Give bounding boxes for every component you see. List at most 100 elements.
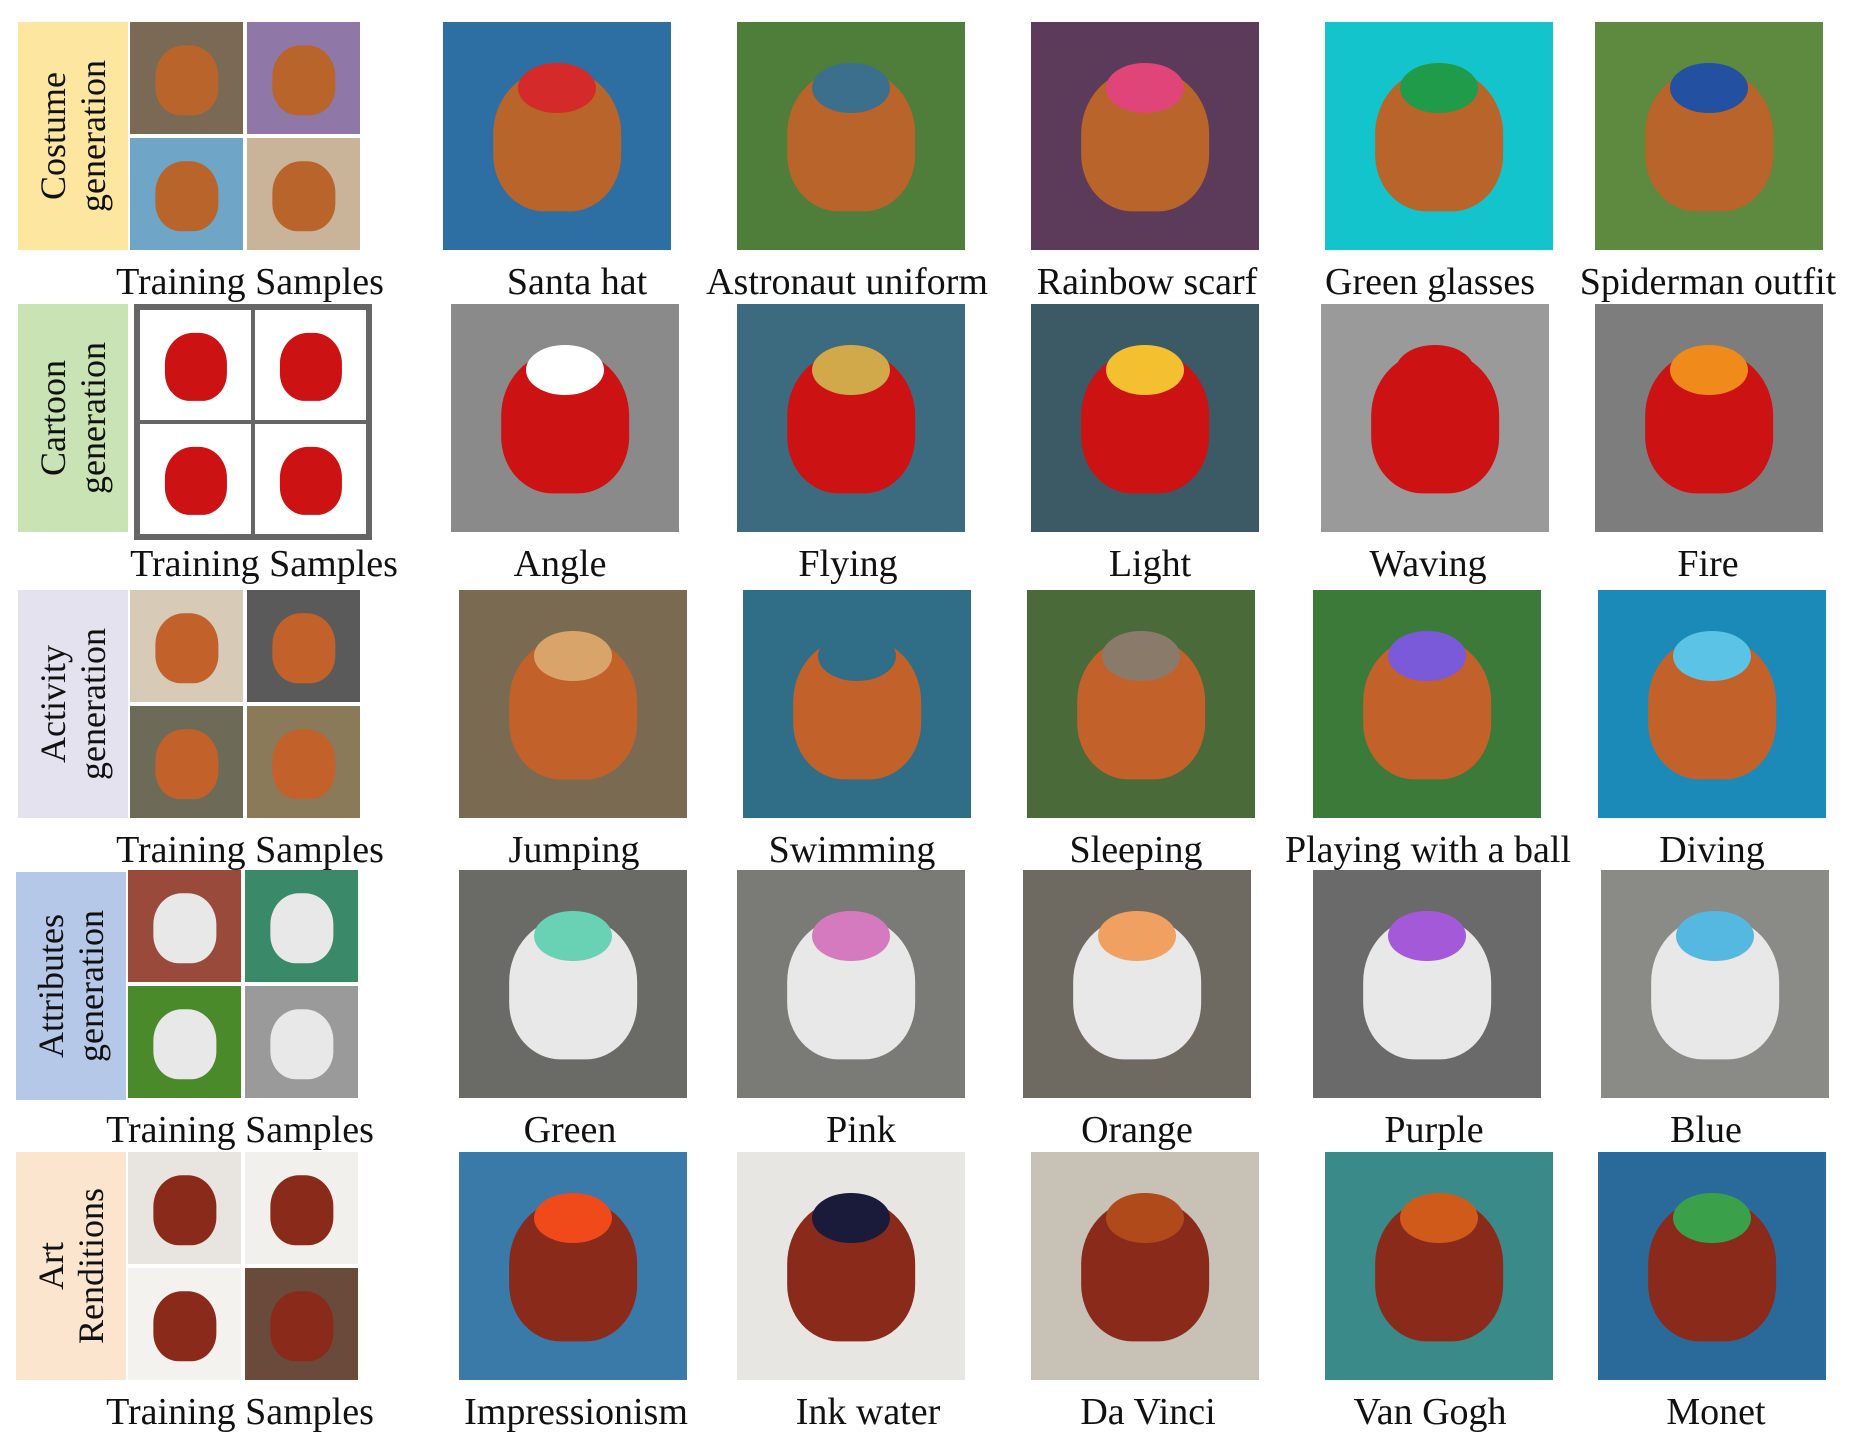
training-sample-image [247,706,360,818]
row-label: Attributes generation [31,910,111,1062]
training-grid [130,590,360,818]
training-sample-image [128,1268,241,1380]
accent-shape [526,345,604,396]
subject-shape [271,45,336,115]
training-caption: Training Samples [116,829,384,871]
accent-shape [1106,1193,1184,1244]
training-caption: Training Samples [130,543,398,585]
generated-caption: Light [1108,543,1192,585]
subject-shape [152,1009,217,1079]
generated-caption: Impressionism [464,1391,688,1433]
accent-shape [1673,1193,1751,1244]
generated-caption: Spiderman outfit [1579,261,1837,303]
training-sample-image [130,706,243,818]
generated-caption: Diving [1659,829,1765,871]
subject-shape [269,1291,334,1361]
row-label-bg: Cartoon generation [18,304,128,532]
training-sample-image [130,22,243,134]
row-costume: Costume generation Training Samples Sant… [0,22,1868,304]
subject-shape [164,447,227,516]
generated-image [443,22,671,250]
generated-caption: Ink water [795,1391,941,1433]
generated-caption: Playing with a ball [1284,829,1572,871]
subject-shape [154,729,219,799]
generated-caption: Fire [1677,543,1739,585]
accent-shape [812,63,890,114]
generated-caption: Blue [1670,1109,1742,1151]
subject-shape [271,729,336,799]
generated-image [459,590,687,818]
generated-image [1031,22,1259,250]
training-caption: Training Samples [106,1109,374,1151]
training-sample-image [245,1152,358,1264]
generated-caption: Sleeping [1069,829,1203,871]
training-grid [134,304,372,540]
accent-shape [1396,345,1474,396]
training-sample-image [138,308,253,422]
row-label-bg: Activity generation [18,590,128,818]
training-sample-image [128,870,241,982]
generated-image [737,1152,965,1380]
accent-shape [1400,63,1478,114]
generated-image [459,1152,687,1380]
subject-shape [154,45,219,115]
training-sample-image [253,308,368,422]
subject-shape [152,1175,217,1245]
generated-image [1027,590,1255,818]
row-label-bg: Art Renditions [16,1152,126,1380]
generated-image [1595,22,1823,250]
training-grid [130,22,360,250]
subject-shape [279,333,342,402]
generated-caption: Da Vinci [1080,1391,1216,1433]
row-activity: Activity generation Training Samples Jum… [0,590,1868,872]
generated-image [737,22,965,250]
generated-image [1031,1152,1259,1380]
training-sample-image [130,590,243,702]
generated-caption: Rainbow scarf [1036,261,1258,303]
generated-image [1023,870,1251,1098]
accent-shape [518,63,596,114]
generated-caption: Jumping [508,829,640,871]
accent-shape [1400,1193,1478,1244]
subject-shape [164,333,227,402]
training-sample-image [247,138,360,250]
accent-shape [1388,631,1466,682]
generated-image [743,590,971,818]
generated-caption: Orange [1081,1109,1193,1151]
training-sample-image [245,870,358,982]
subject-shape [269,1175,334,1245]
subject-shape [152,1291,217,1361]
training-sample-image [253,422,368,536]
generated-caption: Green glasses [1325,261,1535,303]
accent-shape [812,1193,890,1244]
generated-caption: Flying [798,543,898,585]
subject-shape [154,161,219,231]
accent-shape [812,345,890,396]
subject-shape [279,447,342,516]
generated-image [459,870,687,1098]
accent-shape [812,911,890,962]
accent-shape [534,631,612,682]
row-label: Cartoon generation [33,342,113,494]
training-sample-image [138,422,253,536]
row-label-bg: Attributes generation [16,872,126,1100]
generated-image [451,304,679,532]
generated-image [1598,590,1826,818]
accent-shape [1106,345,1184,396]
row-attributes: Attributes generation Training Samples G… [0,870,1868,1152]
training-caption: Training Samples [116,261,384,303]
row-label: Costume generation [33,60,113,212]
generated-image [1595,304,1823,532]
accent-shape [1670,345,1748,396]
accent-shape [1388,911,1466,962]
subject-shape [152,893,217,963]
generated-caption: Waving [1369,543,1487,585]
subject-shape [269,1009,334,1079]
generated-caption: Pink [826,1109,896,1151]
generated-image [1321,304,1549,532]
generated-image [1031,304,1259,532]
training-grid [128,870,358,1098]
row-art: Art Renditions Training Samples Impressi… [0,1152,1868,1434]
generated-caption: Monet [1666,1391,1766,1433]
subject-shape [271,161,336,231]
